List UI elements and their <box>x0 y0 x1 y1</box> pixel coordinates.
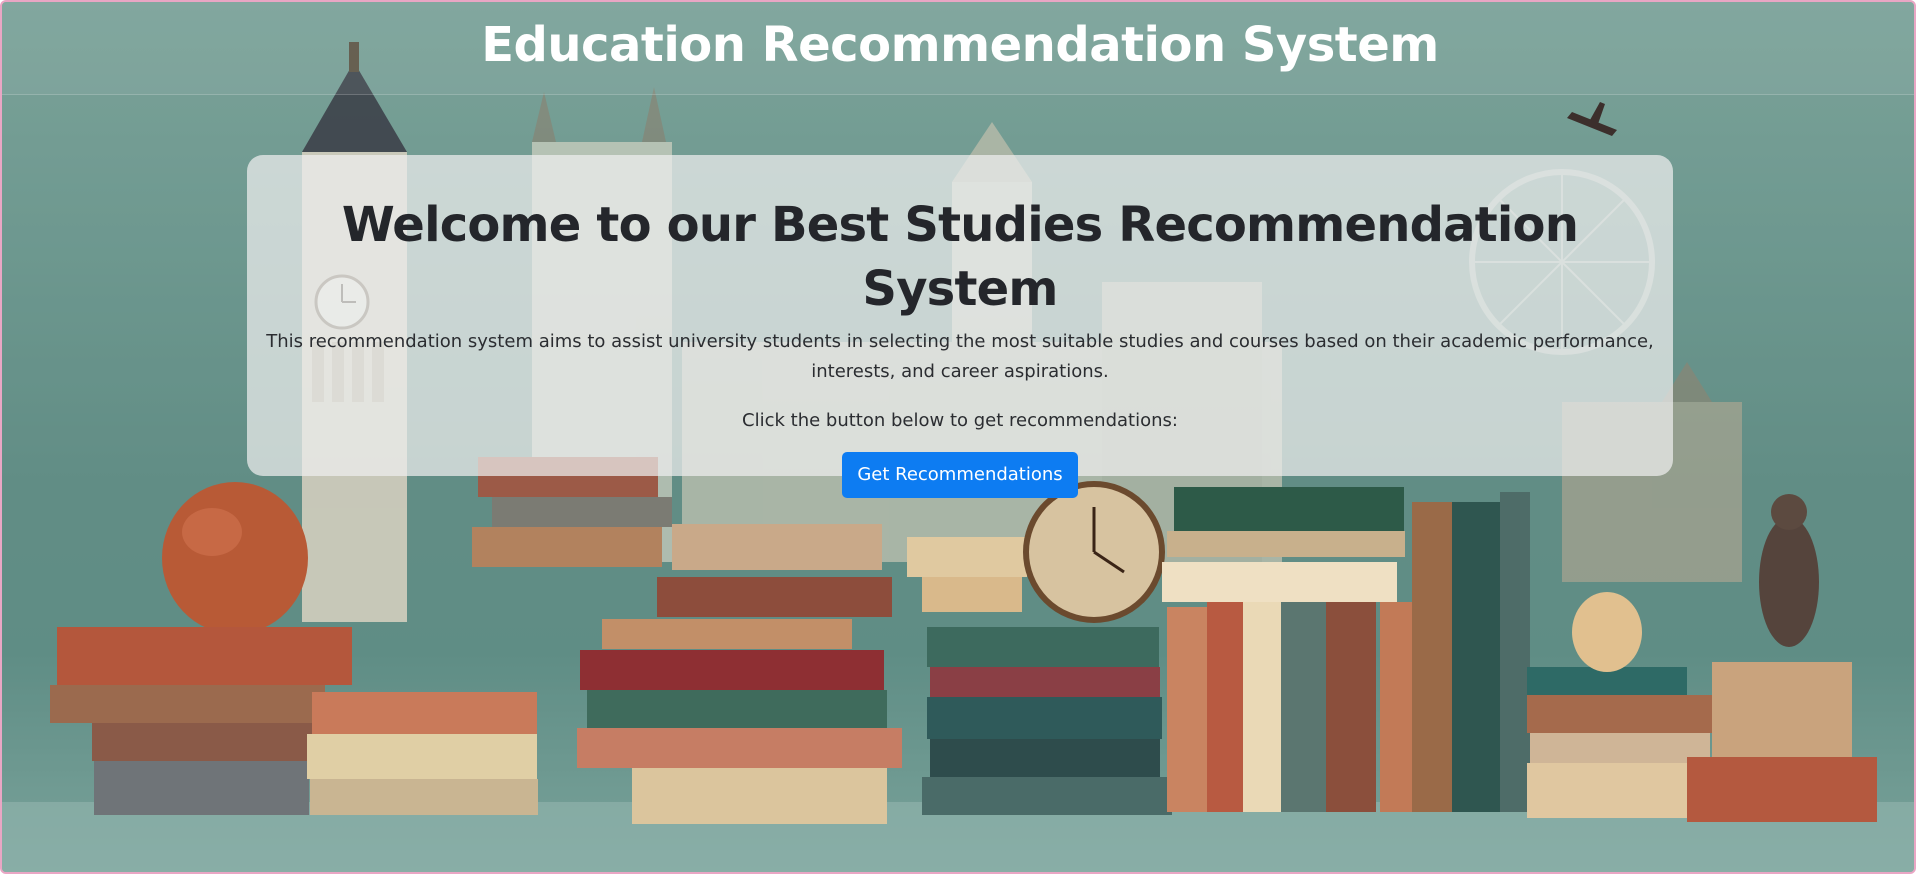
hero-description: This recommendation system aims to assis… <box>266 331 1654 382</box>
globe-illustration <box>162 482 308 634</box>
site-title: Education Recommendation System <box>481 17 1439 73</box>
hero-heading: Welcome to our Best Studies Recommendati… <box>341 197 1579 317</box>
get-recommendations-button[interactable]: Get Recommendations <box>842 452 1078 498</box>
hero-cta-text: Click the button below to get recommenda… <box>742 410 1178 431</box>
page: Education Recommendation System Welcome … <box>0 0 1916 874</box>
hero-card: Welcome to our Best Studies Recommendati… <box>247 155 1673 498</box>
